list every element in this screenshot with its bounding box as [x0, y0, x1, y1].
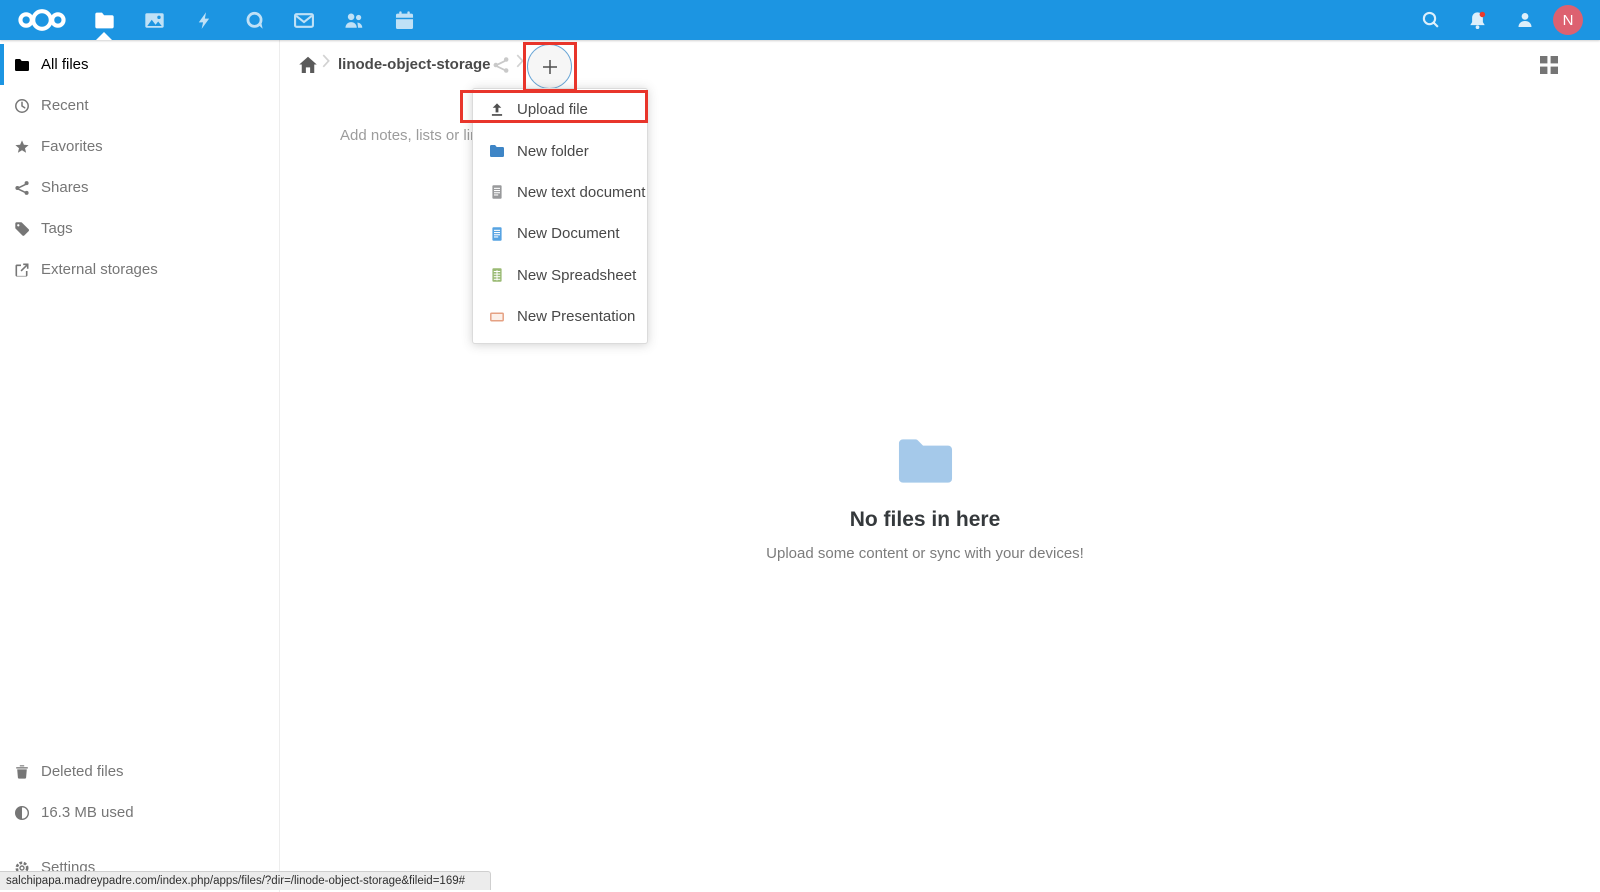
sidebar-item-label: External storages	[41, 261, 158, 278]
folder-icon	[14, 57, 30, 73]
menu-item-label: New Document	[517, 225, 620, 242]
quota-icon	[14, 805, 30, 821]
spreadsheet-icon	[489, 267, 505, 283]
active-app-indicator	[96, 32, 112, 40]
bell-icon	[1467, 10, 1488, 31]
nextcloud-files-app: N All files Recent Favorites Shares	[0, 0, 1600, 892]
grid-view-toggle[interactable]	[1540, 56, 1558, 79]
app-contacts[interactable]	[329, 0, 379, 40]
person-icon	[1515, 10, 1535, 30]
sidebar-item-recent[interactable]: Recent	[0, 85, 279, 126]
star-icon	[14, 139, 30, 155]
menu-item-upload-file[interactable]: Upload file	[473, 89, 647, 130]
lightning-icon	[195, 10, 214, 31]
upload-icon	[489, 102, 505, 118]
app-talk[interactable]	[229, 0, 279, 40]
text-document-icon	[489, 184, 505, 200]
menu-item-label: Upload file	[517, 101, 588, 118]
contacts-menu-button[interactable]	[1501, 0, 1548, 40]
files-folder-icon	[94, 10, 115, 31]
contacts-people-icon	[343, 10, 365, 31]
new-file-menu-button[interactable]	[527, 44, 572, 89]
clock-icon	[14, 98, 30, 114]
calendar-icon	[394, 10, 415, 31]
tag-icon	[14, 221, 30, 237]
new-file-menu: Upload file New folder New text document…	[472, 88, 648, 344]
search-button[interactable]	[1407, 0, 1454, 40]
trash-icon	[14, 764, 30, 780]
sidebar-item-external-storages[interactable]: External storages	[0, 249, 279, 290]
sidebar-item-label: Favorites	[41, 138, 103, 155]
nextcloud-logo[interactable]	[13, 6, 73, 34]
app-mail[interactable]	[279, 0, 329, 40]
sidebar-item-favorites[interactable]: Favorites	[0, 126, 279, 167]
app-calendar[interactable]	[379, 0, 429, 40]
empty-state-subtitle: Upload some content or sync with your de…	[280, 545, 1570, 562]
photos-icon	[144, 10, 165, 31]
unread-dot	[1480, 11, 1486, 17]
menu-item-label: New Presentation	[517, 308, 635, 325]
menu-item-new-spreadsheet[interactable]: New Spreadsheet	[473, 255, 647, 296]
sidebar-item-label: Shares	[41, 179, 89, 196]
grid-view-icon	[1540, 56, 1558, 74]
files-controls-bar: linode-object-storage	[280, 40, 1600, 92]
empty-folder-state: No files in here Upload some content or …	[280, 437, 1570, 562]
empty-folder-icon	[897, 437, 954, 490]
chevron-right-icon	[322, 54, 331, 73]
sidebar-item-deleted-files[interactable]: Deleted files	[0, 751, 279, 792]
nextcloud-logo-icon	[13, 6, 71, 34]
menu-item-new-folder[interactable]: New folder	[473, 130, 647, 171]
share-variant-icon[interactable]	[492, 56, 510, 79]
sidebar-item-shares[interactable]: Shares	[0, 167, 279, 208]
rich-workspace-placeholder[interactable]: Add notes, lists or lin	[340, 127, 478, 144]
share-icon	[14, 180, 30, 196]
external-storage-icon	[14, 262, 30, 278]
sidebar-item-all-files[interactable]: All files	[0, 44, 279, 85]
menu-item-new-text-document[interactable]: New text document	[473, 172, 647, 213]
document-icon	[489, 226, 505, 242]
breadcrumb-home[interactable]	[298, 55, 318, 80]
empty-state-title: No files in here	[280, 508, 1570, 532]
statusbar-url: salchipapa.madreypadre.com/index.php/app…	[6, 875, 465, 887]
sidebar-item-quota: 16.3 MB used	[0, 792, 279, 833]
sidebar-item-label: Deleted files	[41, 763, 124, 780]
search-icon	[1421, 10, 1441, 30]
sidebar-item-label: All files	[41, 56, 89, 73]
sidebar-item-label: Recent	[41, 97, 89, 114]
avatar[interactable]: N	[1553, 5, 1583, 35]
sidebar-item-tags[interactable]: Tags	[0, 208, 279, 249]
app-files[interactable]	[79, 0, 129, 40]
user-menu-button[interactable]: N	[1548, 0, 1588, 40]
menu-item-new-presentation[interactable]: New Presentation	[473, 296, 647, 337]
mail-envelope-icon	[293, 10, 315, 31]
chevron-right-icon	[516, 54, 525, 73]
menu-item-label: New folder	[517, 143, 589, 160]
files-sidebar: All files Recent Favorites Shares Tags E…	[0, 40, 280, 892]
menu-item-label: New text document	[517, 184, 645, 201]
notifications-button[interactable]	[1454, 0, 1501, 40]
menu-item-label: New Spreadsheet	[517, 267, 636, 284]
folder-blue-icon	[489, 143, 505, 159]
plus-icon	[540, 57, 560, 77]
menu-item-new-document[interactable]: New Document	[473, 213, 647, 254]
talk-bubble-icon	[244, 10, 265, 31]
presentation-icon	[489, 309, 505, 325]
app-activity[interactable]	[179, 0, 229, 40]
top-bar: N	[0, 0, 1600, 40]
breadcrumb-folder[interactable]: linode-object-storage	[338, 56, 491, 73]
home-icon	[298, 55, 318, 75]
app-photos[interactable]	[129, 0, 179, 40]
link-preview-statusbar: salchipapa.madreypadre.com/index.php/app…	[0, 871, 491, 890]
sidebar-item-label: Tags	[41, 220, 73, 237]
quota-label: 16.3 MB used	[41, 804, 134, 821]
